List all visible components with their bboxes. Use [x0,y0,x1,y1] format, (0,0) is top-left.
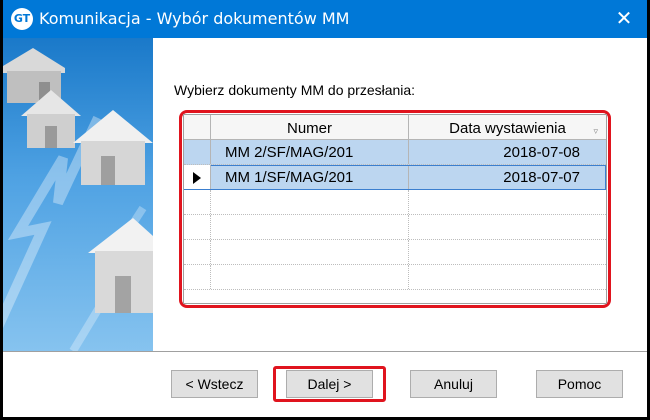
column-header-data-wystawienia[interactable]: Data wystawienia ▿ [409,115,606,139]
help-button[interactable]: Pomoc [536,370,623,398]
footer-separator [3,351,647,352]
cell-data[interactable]: 2018-07-08 [409,140,606,164]
cell-data [409,215,606,239]
row-indicator-cell [184,190,211,214]
row-indicator-cell [184,215,211,239]
column-header-data-label: Data wystawienia [449,120,566,137]
cancel-button[interactable]: Anuluj [410,370,497,398]
row-indicator-cell [184,265,211,289]
cell-numer [211,190,409,214]
documents-grid[interactable]: Numer Data wystawienia ▿ MM 2/SF/MAG/201… [183,114,607,304]
wizard-banner-image [3,38,153,351]
current-row-pointer-icon [193,172,201,184]
cell-data[interactable]: 2018-07-07 [409,165,606,189]
grid-header: Numer Data wystawienia ▿ [184,115,606,140]
cell-numer [211,265,409,289]
empty-row[interactable] [184,190,606,215]
header-indicator-cell [184,115,211,139]
table-row[interactable]: MM 1/SF/MAG/201 2018-07-07 [184,165,606,190]
instruction-label: Wybierz dokumenty MM do przesłania: [174,82,416,98]
window-title: Komunikacja - Wybór dokumentów MM [39,9,350,28]
cell-data [409,240,606,264]
back-button[interactable]: < Wstecz [171,370,258,398]
row-indicator-cell [184,240,211,264]
row-indicator-cell [184,165,211,189]
dialog-body: Wybierz dokumenty MM do przesłania: Nume… [3,38,647,417]
houses-illustration [3,48,153,351]
close-button[interactable]: ✕ [601,0,647,38]
empty-row[interactable] [184,265,606,290]
dialog-window: GT Komunikacja - Wybór dokumentów MM ✕ W… [0,0,650,420]
cell-numer[interactable]: MM 2/SF/MAG/201 [211,140,409,164]
title-bar: GT Komunikacja - Wybór dokumentów MM ✕ [3,0,647,38]
next-button[interactable]: Dalej > [286,370,373,398]
cell-numer[interactable]: MM 1/SF/MAG/201 [211,165,409,189]
cell-numer [211,240,409,264]
empty-row[interactable] [184,240,606,265]
cell-numer [211,215,409,239]
app-logo-icon: GT [11,8,33,30]
row-indicator-cell [184,140,211,164]
cell-data [409,190,606,214]
cell-data [409,265,606,289]
table-row[interactable]: MM 2/SF/MAG/201 2018-07-08 [184,140,606,165]
column-header-numer[interactable]: Numer [211,115,409,139]
empty-row[interactable] [184,215,606,240]
